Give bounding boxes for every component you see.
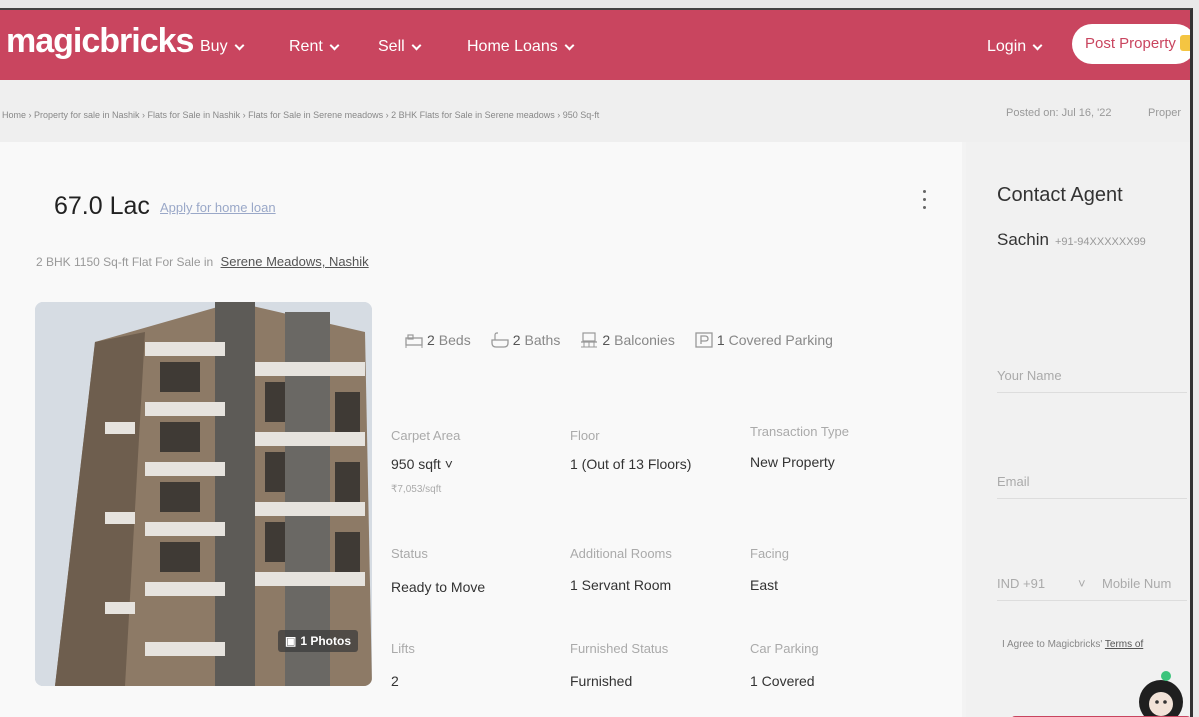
page-frame: magicbricks Buy Rent Sell Home Loans Log… [0,8,1193,717]
chevron-down-icon [329,40,340,50]
free-badge-icon [1179,35,1190,51]
more-options-icon[interactable] [923,190,927,214]
amenity-parking: 1 Covered Parking [695,332,833,348]
agent-name: Sachin [997,230,1049,249]
detail-value: 1 Covered [750,673,815,689]
agent-info: Sachin +91-94XXXXXX99 [997,230,1146,250]
detail-value: New Property [750,454,835,470]
detail-label: Floor [570,428,600,443]
nav-rent[interactable]: Rent [289,38,340,56]
amenity-beds-label: Beds [438,332,471,348]
name-field[interactable]: Your Name [997,368,1062,383]
photo-count-label: 1 Photos [300,634,351,648]
amenity-baths-count: 2 [512,332,521,348]
amenity-balconies-count: 2 [602,332,611,348]
breadcrumb-bar: Home › Property for sale in Nashik › Fla… [0,80,1190,142]
nav-home-loans-label: Home Loans [467,38,558,55]
price-per-sqft: ₹7,053/sqft [391,484,442,495]
chatbot-avatar-icon[interactable] [1136,664,1186,717]
bath-icon [491,332,509,348]
mobile-number-input[interactable]: Mobile Num [1102,576,1171,591]
amenity-beds-count: 2 [427,332,435,348]
detail-label: Facing [750,546,790,561]
info-chevron-icon[interactable]: ˅ [445,456,453,472]
chevron-down-icon [234,40,245,50]
detail-value: 950 sqft ˅ [391,456,453,472]
detail-label: Lifts [391,641,415,656]
nav-sell[interactable]: Sell [378,38,422,56]
building-image [35,302,372,686]
amenity-baths-label: Baths [524,332,561,348]
contact-panel: Contact Agent Sachin +91-94XXXXXX99 Your … [966,142,1190,717]
nav-rent-label: Rent [289,38,323,55]
chevron-down-icon[interactable]: ˅ [1078,576,1086,591]
agent-phone: +91-94XXXXXX99 [1054,236,1146,248]
nav-home-loans[interactable]: Home Loans [467,38,575,56]
login-label: Login [987,38,1027,55]
chevron-down-icon [1032,40,1043,50]
login-button[interactable]: Login [987,38,1043,56]
detail-value: Ready to Move [391,579,486,595]
parking-icon [695,332,713,348]
amenity-balconies: 2 Balconies [580,332,675,348]
property-card: 67.0 Lac Apply for home loan 2 BHK 1150 … [0,142,962,717]
amenity-parking-count: 1 [716,332,725,348]
detail-value: 2 [391,673,399,689]
balcony-icon [581,332,598,348]
amenity-beds: 2 Beds [405,332,471,348]
terms-agreement[interactable]: I Agree to Magicbricks' Terms of [1002,639,1143,650]
country-code-select[interactable]: IND +91 [997,576,1045,591]
detail-label: Car Parking [750,641,819,656]
property-id-label: Proper [1148,107,1182,119]
email-field-underline [997,498,1187,499]
chatbot-icon [1139,671,1183,717]
detail-label: Transaction Type [750,424,849,439]
detail-value: 1 (Out of 13 Floors) [570,456,692,472]
post-property-label: Post Property [1085,35,1176,52]
property-subtitle: 2 BHK 1150 Sq-ft Flat For Sale in Serene… [36,254,369,269]
email-field[interactable]: Email [997,474,1030,489]
nav-sell-label: Sell [378,38,405,55]
camera-icon: ▣ [284,634,297,648]
agree-text: I Agree to Magicbricks' [1002,639,1103,650]
apply-home-loan-link[interactable]: Apply for home loan [160,200,276,215]
breadcrumb[interactable]: Home › Property for sale in Nashik › Fla… [2,110,599,120]
name-field-underline [997,392,1187,393]
post-property-button[interactable]: Post Property [1072,24,1190,64]
detail-value: East [750,577,779,593]
top-header: magicbricks Buy Rent Sell Home Loans Log… [0,10,1190,80]
chevron-down-icon [564,40,575,50]
amenity-balconies-label: Balconies [614,332,675,348]
amenity-parking-label: Covered Parking [728,332,833,348]
mobile-field-underline [997,600,1187,601]
chevron-down-icon [411,40,422,50]
terms-link[interactable]: Terms of [1105,639,1143,650]
property-price: 67.0 Lac [54,192,150,220]
project-location-link[interactable]: Serene Meadows, Nashik [221,254,369,269]
country-code-value: IND +91 [997,576,1046,591]
brand-logo[interactable]: magicbricks [6,22,194,61]
posted-date: Posted on: Jul 16, '22 [1006,107,1112,119]
nav-buy-label: Buy [200,38,228,55]
detail-label: Status [391,546,428,561]
nav-buy[interactable]: Buy [200,38,245,56]
detail-label: Additional Rooms [570,546,672,561]
photo-count-badge[interactable]: ▣ 1 Photos [277,630,358,652]
contact-agent-title: Contact Agent [997,184,1123,206]
property-photo[interactable]: ▣ 1 Photos [35,302,372,686]
detail-value: Furnished [570,673,633,689]
amenities-row: 2 Beds 2 Baths 2 Balconies 1 Covered Parking [405,332,833,348]
property-type-text: 2 BHK 1150 Sq-ft Flat For Sale in [36,255,214,269]
bed-icon [405,334,423,348]
amenity-baths: 2 Baths [491,332,561,348]
detail-value: 1 Servant Room [570,577,672,593]
carpet-area-value: 950 sqft [391,456,441,472]
detail-label: Furnished Status [570,641,669,656]
detail-label: Carpet Area [391,428,461,443]
